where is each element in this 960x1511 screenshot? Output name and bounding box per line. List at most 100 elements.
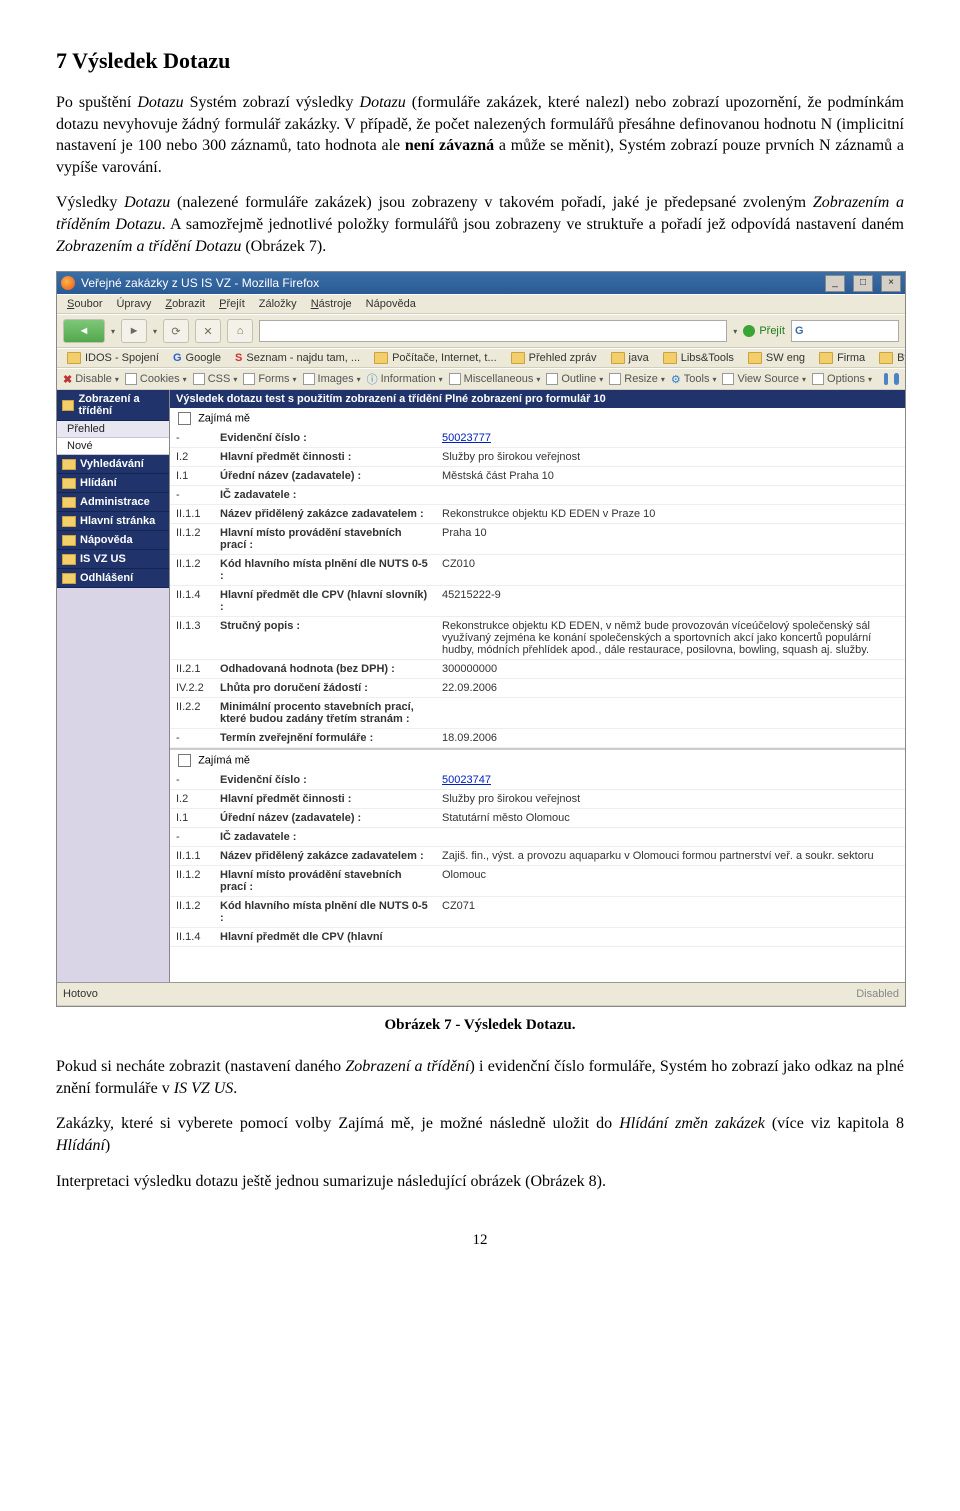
row-label: Úřední název (zadavatele) : [214,809,436,828]
sidebar-head-napoveda[interactable]: Nápověda [57,531,169,550]
row-key: IV.2.2 [170,679,214,698]
row-value: 300000000 [436,660,905,679]
row-key: I.1 [170,809,214,828]
bookmark-item[interactable]: Přehled zpráv [507,351,601,365]
menubar-item[interactable]: Přejít [215,297,249,311]
row-value: Městská část Praha 10 [436,467,905,486]
row-key: II.1.2 [170,897,214,928]
main-panel: Výsledek dotazu test s použitím zobrazen… [170,390,905,982]
minimize-button[interactable]: _ [825,275,845,292]
evidence-link[interactable]: 50023747 [442,774,491,786]
sidebar-head-odhlaseni[interactable]: Odhlášení [57,569,169,588]
sidebar-head-hlavni[interactable]: Hlavní stránka [57,512,169,531]
devtool-item[interactable]: ✖Disable▾ [63,373,119,386]
row-key: I.2 [170,790,214,809]
sidebar-sub-nove[interactable]: Nové [57,438,169,455]
row-value: 50023777 [436,429,905,448]
table-row: -IČ zadavatele : [170,828,905,847]
back-button[interactable]: ◄ [63,319,105,343]
table-row: II.1.3Stručný popis :Rekonstrukce objekt… [170,617,905,660]
row-key: II.1.1 [170,847,214,866]
sidebar-head-hlidani[interactable]: Hlídání [57,474,169,493]
menubar-item[interactable]: Záložky [255,297,301,311]
row-label: Hlavní místo provádění stavebních prací … [214,866,436,897]
bookmark-item[interactable]: Počítače, Internet, t... [370,351,501,365]
bookmark-item[interactable]: java [607,351,653,365]
table-row: -Evidenční číslo :50023777 [170,429,905,448]
go-button[interactable]: Přejít [743,325,785,337]
menubar-item[interactable]: Úpravy [112,297,155,311]
devtool-item[interactable]: View Source▾ [722,373,806,385]
row-value [436,486,905,505]
devtool-item[interactable]: Forms▾ [243,373,296,385]
maximize-button[interactable]: □ [853,275,873,292]
row-key: II.1.1 [170,505,214,524]
devtool-item[interactable]: ⚙Tools▾ [671,373,717,386]
reload-button[interactable]: ⟳ [163,319,189,343]
search-box[interactable]: G [791,320,899,342]
menubar-item[interactable]: Nápověda [362,297,420,311]
table-row: I.1Úřední název (zadavatele) :Statutární… [170,809,905,828]
row-label: Hlavní předmět dle CPV (hlavní slovník) … [214,586,436,617]
row-value: Praha 10 [436,524,905,555]
row-label: Evidenční číslo : [214,771,436,790]
row-label: Kód hlavního místa plnění dle NUTS 0-5 : [214,555,436,586]
zajima-checkbox[interactable] [178,412,191,425]
row-value: 45215222-9 [436,586,905,617]
close-button[interactable]: × [881,275,901,292]
row-value: 50023747 [436,771,905,790]
menubar-item[interactable]: Zobrazit [161,297,209,311]
devtool-item[interactable]: Options▾ [812,373,872,385]
row-key: II.1.2 [170,555,214,586]
menubar-item[interactable]: Soubor [63,297,106,311]
devtool-item[interactable]: Outline▾ [546,373,603,385]
row-label: Termín zveřejnění formuláře : [214,729,436,748]
row-key: - [170,771,214,790]
stop-button[interactable]: ✕ [195,319,221,343]
table-row: II.1.2Kód hlavního místa plnění dle NUTS… [170,555,905,586]
table-row: I.2Hlavní předmět činnosti :Služby pro š… [170,448,905,467]
evidence-link[interactable]: 50023777 [442,432,491,444]
bookmark-item[interactable]: Bydleni [875,351,905,365]
nav-toolbar: ◄▾ ►▾ ⟳ ✕ ⌂ ▾ Přejít G [57,314,905,348]
bookmark-item[interactable]: Libs&Tools [659,351,738,365]
indicator-icon [884,373,889,385]
sidebar-head-isvz[interactable]: IS VZ US [57,550,169,569]
menubar-item[interactable]: Nástroje [307,297,356,311]
menubar: Soubor Úpravy Zobrazit Přejít Záložky Ná… [57,294,905,314]
paragraph-5: Interpretaci výsledku dotazu ještě jedno… [56,1171,904,1193]
sidebar-head-zobrazeni[interactable]: Zobrazení a třídění [57,390,169,421]
devtool-item[interactable]: ⓘInformation▾ [367,371,443,387]
sidebar-head-vyhledavani[interactable]: Vyhledávání [57,455,169,474]
row-key: II.1.3 [170,617,214,660]
window-title: Veřejné zakázky z US IS VZ - Mozilla Fir… [81,276,319,290]
page-content: Zobrazení a třídění Přehled Nové Vyhledá… [57,390,905,982]
devtool-item[interactable]: Images▾ [303,373,361,385]
devtool-item[interactable]: Cookies▾ [125,373,187,385]
bookmark-item[interactable]: SSeznam - najdu tam, ... [231,351,364,365]
bookmark-item[interactable]: GGoogle [169,351,225,365]
address-bar[interactable] [259,320,727,342]
zajima-checkbox[interactable] [178,754,191,767]
row-value: Rekonstrukce objektu KD EDEN, v němž bud… [436,617,905,660]
record-1-table: -Evidenční číslo :50023777I.2Hlavní před… [170,429,905,748]
bookmark-item[interactable]: IDOS - Spojení [63,351,163,365]
devtool-item[interactable]: CSS▾ [193,373,238,385]
devtool-item[interactable]: Miscellaneous▾ [449,373,541,385]
table-row: II.2.2Minimální procento stavebních prac… [170,698,905,729]
bookmark-item[interactable]: Firma [815,351,869,365]
row-key: II.2.1 [170,660,214,679]
devtool-item[interactable]: Resize▾ [609,373,665,385]
indicator-icon [894,373,899,385]
sidebar-sub-prehled[interactable]: Přehled [57,421,169,438]
table-row: II.1.2Hlavní místo provádění stavebních … [170,524,905,555]
bookmark-item[interactable]: SW eng [744,351,809,365]
paragraph-1: Po spuštění Dotazu Systém zobrazí výsled… [56,92,904,178]
row-key: - [170,429,214,448]
sidebar-head-administrace[interactable]: Administrace [57,493,169,512]
home-button[interactable]: ⌂ [227,319,253,343]
row-label: Název přidělený zakázce zadavatelem : [214,847,436,866]
paragraph-4: Zakázky, které si vyberete pomocí volby … [56,1113,904,1156]
forward-button[interactable]: ► [121,319,147,343]
row-value: Služby pro širokou veřejnost [436,790,905,809]
